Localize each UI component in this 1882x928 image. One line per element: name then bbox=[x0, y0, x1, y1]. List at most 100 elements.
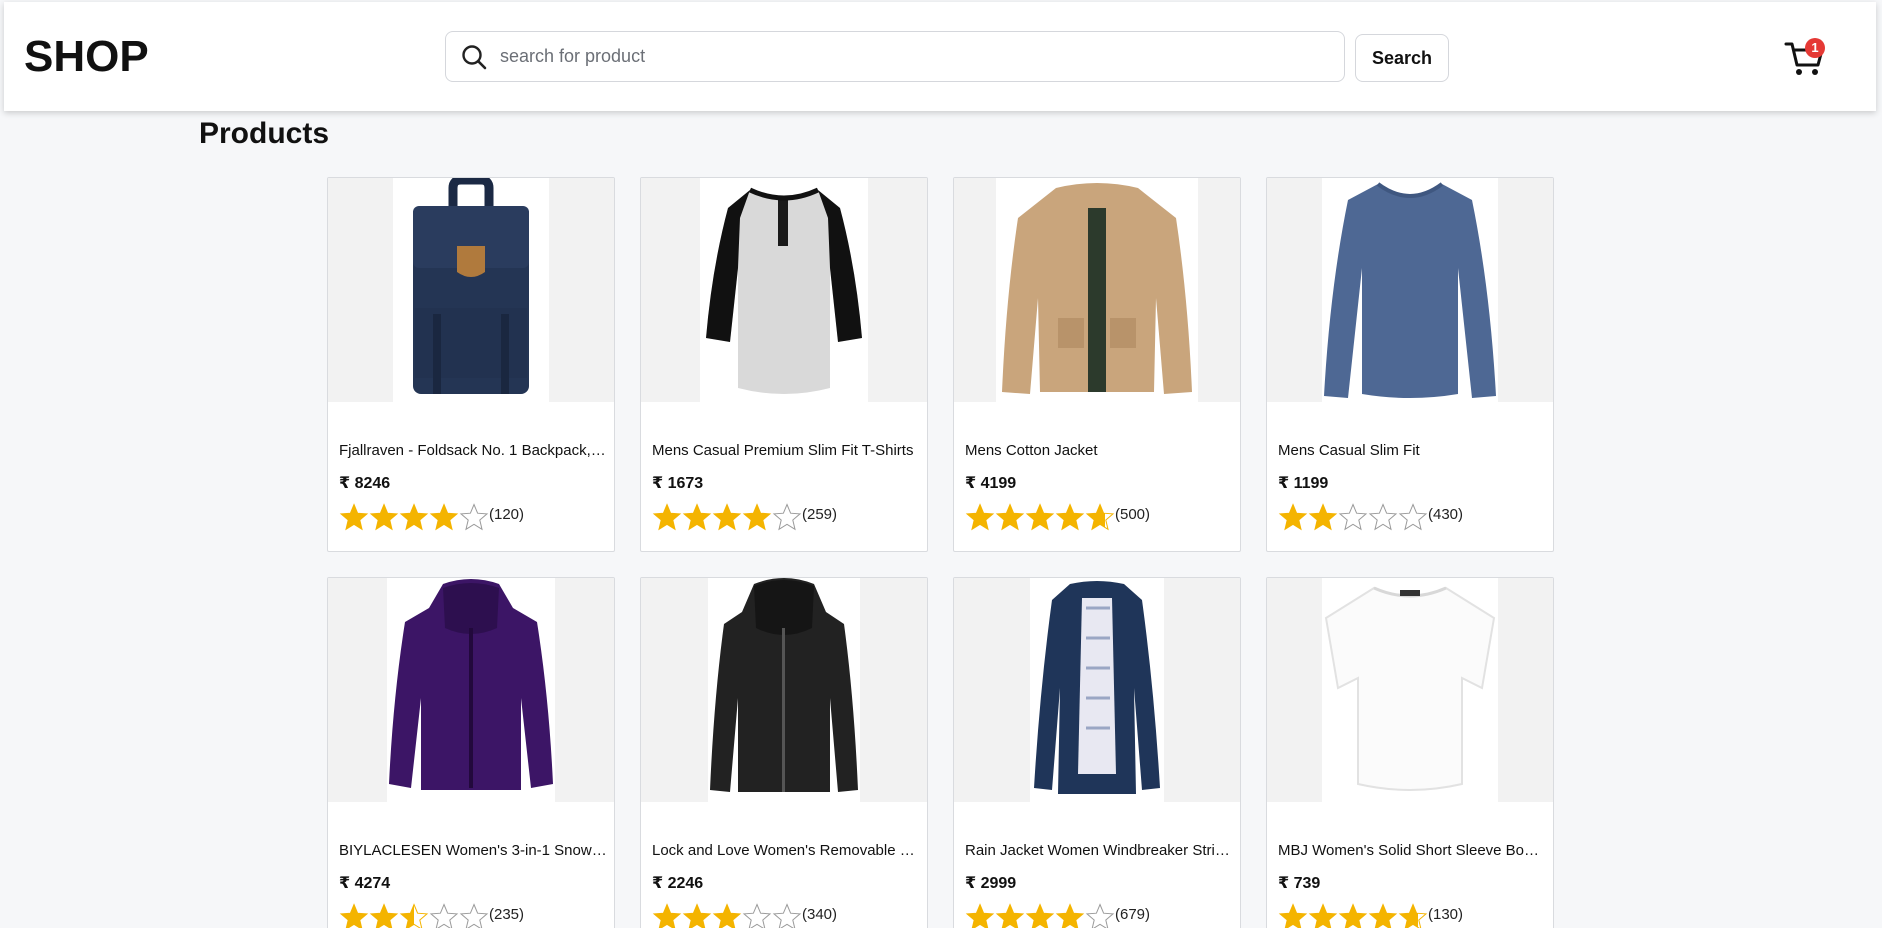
product-card[interactable]: Mens Cotton Jacket ₹ 4199 (500) bbox=[953, 177, 1241, 552]
star-icon bbox=[1025, 503, 1055, 531]
rating-count: (259) bbox=[802, 505, 838, 523]
product-price: ₹ 2999 bbox=[965, 875, 1017, 892]
product-card[interactable]: Rain Jacket Women Windbreaker Strip... ₹… bbox=[953, 577, 1241, 928]
star-icon bbox=[682, 903, 712, 928]
product-rating: (340) bbox=[652, 902, 837, 928]
product-rating: (679) bbox=[965, 902, 1150, 928]
product-price: ₹ 4199 bbox=[965, 475, 1017, 492]
star-icon bbox=[399, 903, 429, 928]
rating-stars bbox=[965, 503, 1115, 531]
product-card[interactable]: Mens Casual Premium Slim Fit T-Shirts ₹ … bbox=[640, 177, 928, 552]
rating-stars bbox=[339, 503, 489, 531]
product-rating: (120) bbox=[339, 502, 524, 532]
rating-count: (430) bbox=[1428, 505, 1464, 523]
star-icon bbox=[1368, 503, 1398, 531]
star-icon bbox=[1055, 503, 1085, 531]
product-price: ₹ 4274 bbox=[339, 875, 391, 892]
product-image[interactable] bbox=[1267, 178, 1553, 402]
top-navbar: SHOP Search 1 bbox=[4, 2, 1876, 111]
product-name[interactable]: BIYLACLESEN Women's 3-in-1 Snowb... bbox=[339, 842, 607, 859]
star-icon bbox=[772, 503, 802, 531]
product-rating: (430) bbox=[1278, 502, 1463, 532]
product-price: ₹ 739 bbox=[1278, 875, 1321, 892]
product-name[interactable]: Mens Casual Slim Fit bbox=[1278, 442, 1546, 459]
star-icon bbox=[712, 503, 742, 531]
star-icon bbox=[682, 503, 712, 531]
star-icon bbox=[339, 503, 369, 531]
search-box[interactable] bbox=[445, 31, 1345, 82]
product-image[interactable] bbox=[641, 578, 927, 802]
star-icon bbox=[429, 503, 459, 531]
rating-count: (130) bbox=[1428, 905, 1464, 923]
product-name[interactable]: Fjallraven - Foldsack No. 1 Backpack, F.… bbox=[339, 442, 607, 459]
rating-count: (235) bbox=[489, 905, 525, 923]
rating-count: (679) bbox=[1115, 905, 1151, 923]
product-card[interactable]: BIYLACLESEN Women's 3-in-1 Snowb... ₹ 42… bbox=[327, 577, 615, 928]
product-price: ₹ 1673 bbox=[652, 475, 704, 492]
page-title: Products bbox=[199, 117, 330, 150]
product-name[interactable]: Rain Jacket Women Windbreaker Strip... bbox=[965, 842, 1233, 859]
product-image[interactable] bbox=[954, 578, 1240, 802]
star-icon bbox=[995, 903, 1025, 928]
product-rating: (259) bbox=[652, 502, 837, 532]
star-icon bbox=[772, 903, 802, 928]
star-icon bbox=[1055, 903, 1085, 928]
rating-count: (120) bbox=[489, 505, 525, 523]
rating-stars bbox=[339, 903, 489, 928]
search-icon bbox=[462, 44, 487, 69]
star-icon bbox=[1308, 503, 1338, 531]
product-rating: (130) bbox=[1278, 902, 1463, 928]
product-rating: (235) bbox=[339, 902, 524, 928]
brand-logo[interactable]: SHOP bbox=[24, 32, 149, 82]
cart-button[interactable]: 1 bbox=[1784, 38, 1828, 78]
star-icon bbox=[652, 503, 682, 531]
star-icon bbox=[399, 503, 429, 531]
rating-stars bbox=[965, 903, 1115, 928]
star-icon bbox=[652, 903, 682, 928]
star-icon bbox=[712, 903, 742, 928]
star-icon bbox=[1398, 503, 1428, 531]
star-icon bbox=[1398, 903, 1428, 928]
rating-stars bbox=[652, 503, 802, 531]
product-name[interactable]: Mens Cotton Jacket bbox=[965, 442, 1233, 459]
star-icon bbox=[1308, 903, 1338, 928]
star-icon bbox=[429, 903, 459, 928]
product-image[interactable] bbox=[328, 578, 614, 802]
rating-stars bbox=[652, 903, 802, 928]
star-icon bbox=[965, 503, 995, 531]
product-image[interactable] bbox=[641, 178, 927, 402]
cart-count-badge: 1 bbox=[1805, 38, 1825, 58]
star-icon bbox=[369, 503, 399, 531]
product-card[interactable]: MBJ Women's Solid Short Sleeve Boat ... … bbox=[1266, 577, 1554, 928]
product-price: ₹ 2246 bbox=[652, 875, 704, 892]
star-icon bbox=[742, 903, 772, 928]
star-icon bbox=[1025, 903, 1055, 928]
star-icon bbox=[1085, 503, 1115, 531]
star-icon bbox=[995, 503, 1025, 531]
product-rating: (500) bbox=[965, 502, 1150, 532]
product-name[interactable]: Lock and Love Women's Removable H... bbox=[652, 842, 920, 859]
search-input[interactable] bbox=[500, 46, 1320, 67]
star-icon bbox=[1338, 903, 1368, 928]
star-icon bbox=[1338, 503, 1368, 531]
product-image[interactable] bbox=[328, 178, 614, 402]
product-card[interactable]: Mens Casual Slim Fit ₹ 1199 (430) bbox=[1266, 177, 1554, 552]
star-icon bbox=[1085, 903, 1115, 928]
star-icon bbox=[1278, 903, 1308, 928]
star-icon bbox=[459, 903, 489, 928]
product-grid: Fjallraven - Foldsack No. 1 Backpack, F.… bbox=[327, 177, 1554, 928]
star-icon bbox=[742, 503, 772, 531]
product-name[interactable]: MBJ Women's Solid Short Sleeve Boat ... bbox=[1278, 842, 1546, 859]
product-card[interactable]: Fjallraven - Foldsack No. 1 Backpack, F.… bbox=[327, 177, 615, 552]
product-image[interactable] bbox=[954, 178, 1240, 402]
star-icon bbox=[1278, 503, 1308, 531]
star-icon bbox=[459, 503, 489, 531]
product-name[interactable]: Mens Casual Premium Slim Fit T-Shirts bbox=[652, 442, 920, 459]
product-image[interactable] bbox=[1267, 578, 1553, 802]
star-icon bbox=[339, 903, 369, 928]
search-button[interactable]: Search bbox=[1355, 34, 1449, 82]
star-icon bbox=[369, 903, 399, 928]
rating-count: (500) bbox=[1115, 505, 1151, 523]
product-card[interactable]: Lock and Love Women's Removable H... ₹ 2… bbox=[640, 577, 928, 928]
product-price: ₹ 8246 bbox=[339, 475, 391, 492]
